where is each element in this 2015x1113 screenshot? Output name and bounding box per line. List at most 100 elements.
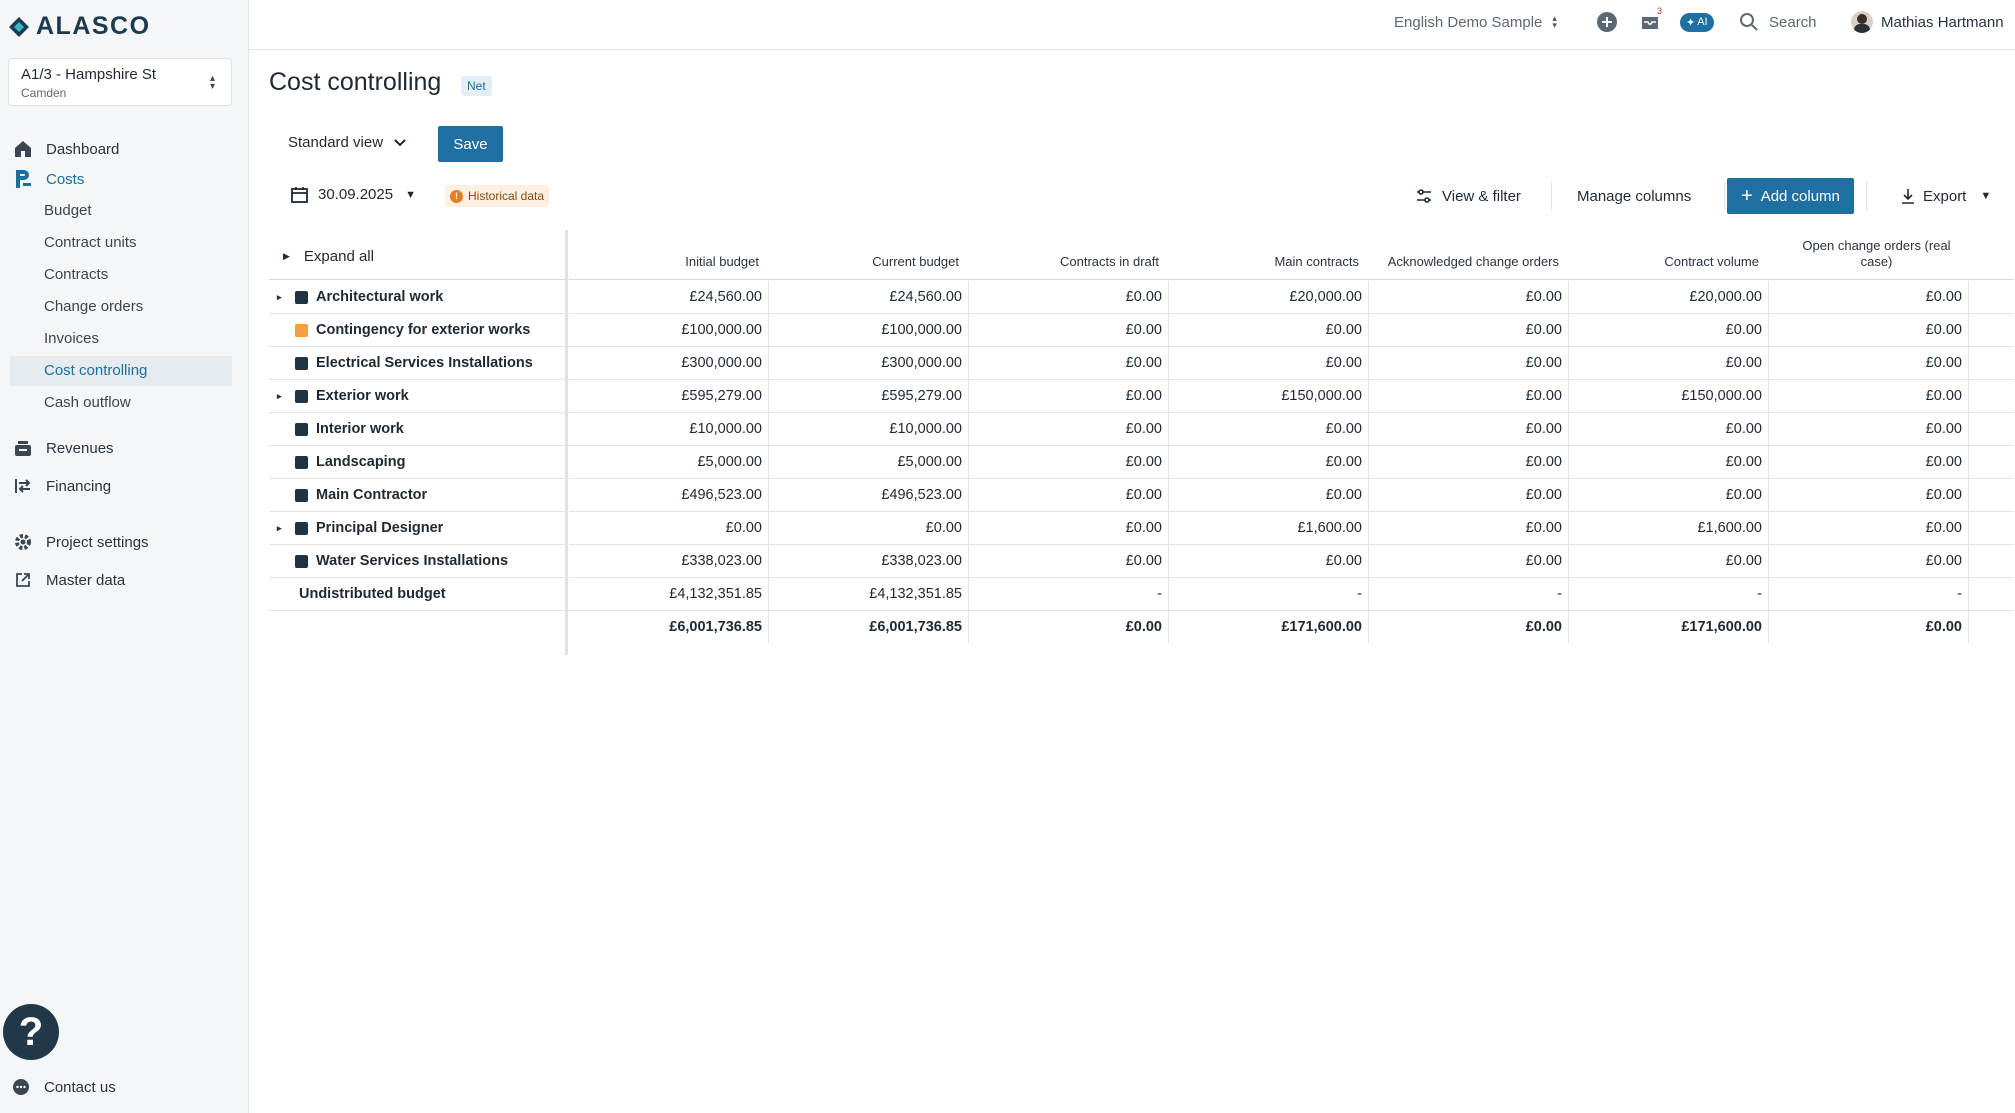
table-row[interactable]: Landscaping [269, 446, 565, 479]
value-cell[interactable]: £0.00 [1369, 512, 1569, 544]
column-header[interactable]: Contract volume [1569, 230, 1769, 280]
date-picker[interactable]: 30.09.2025 ▼ [291, 186, 416, 203]
value-cell[interactable]: £0.00 [1369, 281, 1569, 313]
value-cell[interactable]: £0.00 [1569, 413, 1769, 445]
add-column-button[interactable]: + Add column [1727, 178, 1854, 214]
value-cell[interactable]: £0.00 [1769, 413, 1969, 445]
value-cell[interactable]: £300,000.00 [769, 347, 969, 379]
value-cell[interactable]: £0.00 [769, 512, 969, 544]
value-cell[interactable]: £0.00 [569, 512, 769, 544]
total-cell[interactable]: £6,001,736.85 [569, 611, 769, 643]
save-button[interactable]: Save [438, 126, 503, 162]
value-cell[interactable]: £1,600.00 [1569, 512, 1769, 544]
value-cell[interactable]: £595,279.00 [769, 380, 969, 412]
value-cell[interactable]: £4,132,351.85 [569, 578, 769, 610]
value-cell[interactable]: £10,000.00 [769, 413, 969, 445]
expand-row-icon[interactable]: ▸ [277, 391, 287, 402]
value-cell[interactable]: £0.00 [1169, 545, 1369, 577]
value-cell[interactable]: £0.00 [1169, 479, 1369, 511]
value-cell[interactable]: £0.00 [1369, 380, 1569, 412]
column-header[interactable]: Open change orders (real case) [1769, 230, 1969, 280]
value-cell[interactable]: £300,000.00 [569, 347, 769, 379]
value-cell[interactable]: - [1169, 578, 1369, 610]
value-cell[interactable]: £0.00 [1769, 314, 1969, 346]
value-cell[interactable]: £0.00 [1369, 479, 1569, 511]
value-cell[interactable]: £0.00 [1369, 413, 1569, 445]
value-cell[interactable]: £0.00 [969, 347, 1169, 379]
value-cell[interactable]: £0.00 [1769, 380, 1969, 412]
sidebar-subitem-invoices[interactable]: Invoices [44, 324, 99, 354]
table-row[interactable]: Undistributed budget [269, 578, 565, 611]
value-cell[interactable]: £0.00 [969, 314, 1169, 346]
value-cell[interactable]: £24,560.00 [769, 281, 969, 313]
value-cell[interactable]: £0.00 [1769, 545, 1969, 577]
manage-columns-button[interactable]: Manage columns [1577, 178, 1691, 214]
workspace-selector[interactable]: English Demo Sample ▴ ▾ [1394, 0, 1557, 44]
value-cell[interactable]: £20,000.00 [1569, 281, 1769, 313]
value-cell[interactable]: £1,600.00 [1169, 512, 1369, 544]
value-cell[interactable]: £20,000.00 [1169, 281, 1369, 313]
value-cell[interactable]: £0.00 [1569, 446, 1769, 478]
table-row[interactable]: ▸ Architectural work [269, 281, 565, 314]
view-selector[interactable]: Standard view [288, 134, 407, 151]
column-header[interactable]: Acknowledged change orders [1369, 230, 1569, 280]
value-cell[interactable]: £0.00 [1569, 347, 1769, 379]
total-cell[interactable]: £0.00 [1769, 611, 1969, 643]
value-cell[interactable]: £0.00 [1569, 545, 1769, 577]
value-cell[interactable]: £0.00 [1769, 479, 1969, 511]
project-selector[interactable]: A1/3 - Hampshire St Camden ▴ ▾ [8, 58, 232, 106]
value-cell[interactable]: - [969, 578, 1169, 610]
value-cell[interactable]: £0.00 [1769, 281, 1969, 313]
value-cell[interactable]: £496,523.00 [769, 479, 969, 511]
sidebar-subitem-change-orders[interactable]: Change orders [44, 292, 143, 322]
value-cell[interactable]: £0.00 [1569, 479, 1769, 511]
sidebar-item-financing[interactable]: Financing [10, 471, 232, 501]
value-cell[interactable]: £0.00 [969, 479, 1169, 511]
value-cell[interactable]: £338,023.00 [569, 545, 769, 577]
sidebar-subitem-contracts[interactable]: Contracts [44, 260, 108, 290]
table-row[interactable]: ▸ Exterior work [269, 380, 565, 413]
value-cell[interactable]: £10,000.00 [569, 413, 769, 445]
column-header[interactable]: Main contracts [1169, 230, 1369, 280]
view-filter-button[interactable]: View & filter [1416, 178, 1521, 214]
table-row[interactable]: Contingency for exterior works [269, 314, 565, 347]
sidebar-subitem-budget[interactable]: Budget [44, 196, 92, 226]
add-button[interactable] [1596, 0, 1618, 44]
value-cell[interactable]: £5,000.00 [569, 446, 769, 478]
value-cell[interactable]: £0.00 [1769, 512, 1969, 544]
notifications-button[interactable]: 3 [1640, 0, 1662, 44]
value-cell[interactable]: £0.00 [1369, 545, 1569, 577]
value-cell[interactable]: £24,560.00 [569, 281, 769, 313]
table-row[interactable]: Interior work [269, 413, 565, 446]
value-cell[interactable]: £0.00 [1769, 347, 1969, 379]
value-cell[interactable]: £100,000.00 [569, 314, 769, 346]
table-row[interactable]: Electrical Services Installations [269, 347, 565, 380]
total-cell[interactable]: £171,600.00 [1569, 611, 1769, 643]
value-cell[interactable]: £595,279.00 [569, 380, 769, 412]
value-cell[interactable]: £100,000.00 [769, 314, 969, 346]
table-row[interactable]: Water Services Installations [269, 545, 565, 578]
sidebar-subitem-cost-controlling[interactable]: Cost controlling [10, 356, 232, 386]
column-header[interactable]: Initial budget [569, 230, 769, 280]
value-cell[interactable]: £0.00 [1769, 446, 1969, 478]
value-cell[interactable]: £150,000.00 [1169, 380, 1369, 412]
table-row[interactable]: Main Contractor [269, 479, 565, 512]
expand-all-button[interactable]: ▶ Expand all [283, 248, 374, 265]
total-cell[interactable]: £171,600.00 [1169, 611, 1369, 643]
value-cell[interactable]: - [1569, 578, 1769, 610]
value-cell[interactable]: £0.00 [1369, 446, 1569, 478]
value-cell[interactable]: £4,132,351.85 [769, 578, 969, 610]
sidebar-item-master-data[interactable]: Master data [10, 565, 232, 595]
value-cell[interactable]: £0.00 [1369, 347, 1569, 379]
value-cell[interactable]: £0.00 [1369, 314, 1569, 346]
export-button[interactable]: Export ▼ [1901, 178, 1991, 214]
logo[interactable]: ALASCO [8, 12, 151, 41]
value-cell[interactable]: £0.00 [969, 545, 1169, 577]
value-cell[interactable]: £496,523.00 [569, 479, 769, 511]
contact-us-link[interactable]: Contact us [12, 1078, 116, 1096]
value-cell[interactable]: £0.00 [969, 446, 1169, 478]
total-cell[interactable]: £0.00 [969, 611, 1169, 643]
column-header[interactable]: Current budget [769, 230, 969, 280]
sidebar-item-dashboard[interactable]: Dashboard [10, 134, 232, 164]
column-header[interactable]: Contracts in draft [969, 230, 1169, 280]
